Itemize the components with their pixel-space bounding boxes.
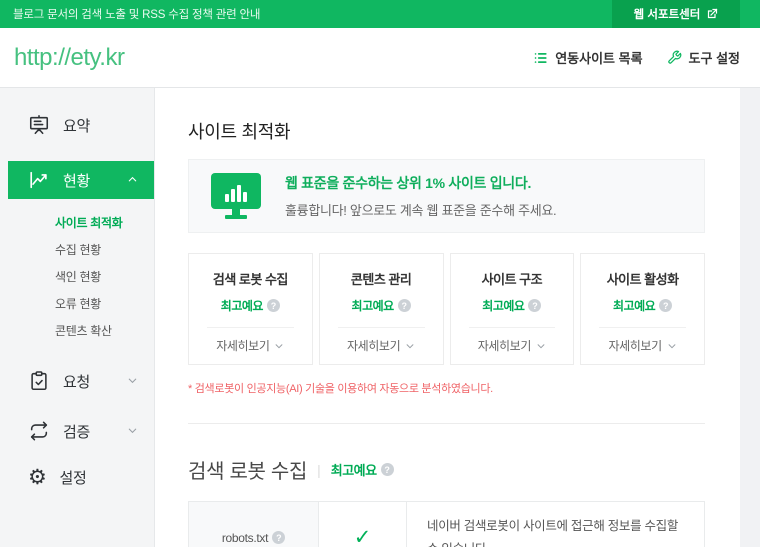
help-icon[interactable]: ? (381, 463, 394, 476)
sidebar-item-request[interactable]: 요청 (0, 362, 154, 400)
gear-icon: ⚙ (28, 467, 47, 488)
sidebar-subitem-site-optimization[interactable]: 사이트 최적화 (55, 209, 154, 236)
presentation-board-icon (28, 114, 50, 136)
section-title: 검색 로봇 수집 (188, 455, 307, 484)
card-search-robot: 검색 로봇 수집 최고예요 ? 자세히보기 (188, 253, 313, 365)
site-header: http://ety.kr 연동사이트 목록 도구 설정 (0, 28, 760, 88)
sidebar-item-status[interactable]: 현황 (8, 161, 154, 199)
banner-subtext: 훌륭합니다! 앞으로도 계속 웹 표준을 준수해 주세요. (285, 200, 556, 219)
detail-toggle[interactable]: 자세히보기 (581, 328, 704, 354)
monitor-chart-icon (209, 173, 263, 219)
detail-toggle[interactable]: 자세히보기 (320, 328, 443, 354)
robot-check-table: robots.txt ? ✓ 네이버 검색로봇이 사이트에 접근해 정보를 수집… (188, 501, 705, 547)
card-content-management: 콘텐츠 관리 최고예요 ? 자세히보기 (319, 253, 444, 365)
row-label: robots.txt (222, 531, 268, 545)
status-sub-menu: 사이트 최적화 수집 현황 색인 현황 오류 현황 콘텐츠 확산 (0, 199, 154, 352)
line-chart-icon (28, 169, 50, 191)
page-title: 사이트 최적화 (188, 118, 705, 144)
chevron-down-icon (127, 375, 138, 386)
robot-collection-section-header: 검색 로봇 수집 | 최고예요 ? (188, 455, 705, 484)
repeat-icon (28, 420, 50, 442)
site-url[interactable]: http://ety.kr (14, 44, 124, 72)
external-link-icon (706, 8, 718, 20)
chevron-down-icon (405, 341, 415, 351)
chevron-down-icon (667, 341, 677, 351)
status-badge: 최고예요 (331, 460, 377, 479)
page-background-strip (740, 88, 760, 547)
sidebar-subitem-collection-status[interactable]: 수집 현황 (55, 236, 154, 263)
separator: | (317, 462, 321, 478)
card-title: 사이트 구조 (451, 269, 574, 288)
sidebar-item-summary[interactable]: 요약 (0, 106, 154, 144)
sidebar-item-settings[interactable]: ⚙ 설정 (0, 458, 154, 496)
sidebar-item-label: 현황 (63, 170, 90, 191)
detail-toggle[interactable]: 자세히보기 (189, 328, 312, 354)
top-notice-bar: 블로그 문서의 검색 노출 및 RSS 수집 정책 관련 안내 웹 서포트센터 (0, 0, 760, 28)
chevron-up-icon (127, 174, 138, 185)
clipboard-check-icon (28, 370, 50, 392)
status-badge: 최고예요 (221, 297, 263, 314)
list-icon (533, 51, 548, 65)
status-badge: 최고예요 (482, 297, 524, 314)
status-badge: 최고예요 (352, 297, 394, 314)
sidebar-subitem-error-status[interactable]: 오류 현황 (55, 290, 154, 317)
sidebar-subitem-content-spread[interactable]: 콘텐츠 확산 (55, 317, 154, 344)
chevron-down-icon (127, 425, 138, 436)
card-title: 검색 로봇 수집 (189, 269, 312, 288)
wrench-icon (667, 50, 682, 65)
linked-sites-button[interactable]: 연동사이트 목록 (533, 48, 642, 67)
sidebar-item-label: 설정 (60, 467, 87, 488)
check-icon: ✓ (354, 527, 372, 547)
category-cards: 검색 로봇 수집 최고예요 ? 자세히보기 콘텐츠 관리 최고예요 ? (188, 253, 705, 365)
help-icon[interactable]: ? (398, 299, 411, 312)
help-icon[interactable]: ? (267, 299, 280, 312)
chevron-down-icon (274, 341, 284, 351)
ai-analysis-note: * 검색로봇이 인공지능(AI) 기술을 이용하여 자동으로 분석하였습니다. (188, 380, 705, 396)
help-icon[interactable]: ? (272, 531, 285, 544)
card-site-structure: 사이트 구조 최고예요 ? 자세히보기 (450, 253, 575, 365)
linked-sites-label: 연동사이트 목록 (555, 48, 642, 67)
detail-toggle[interactable]: 자세히보기 (451, 328, 574, 354)
sidebar-subitem-index-status[interactable]: 색인 현황 (55, 263, 154, 290)
card-title: 사이트 활성화 (581, 269, 704, 288)
support-center-label: 웹 서포트센터 (634, 6, 701, 22)
sidebar-item-label: 요약 (63, 115, 90, 136)
sidebar: 요약 현황 사이트 최적화 수집 현황 색인 현황 오류 현황 콘텐츠 확산 (0, 88, 155, 547)
web-support-center-button[interactable]: 웹 서포트센터 (612, 0, 740, 28)
table-row-robots-txt: robots.txt ? ✓ 네이버 검색로봇이 사이트에 접근해 정보를 수집… (189, 502, 704, 547)
banner-headline: 웹 표준을 준수하는 상위 1% 사이트 입니다. (285, 173, 556, 193)
sidebar-item-verify[interactable]: 검증 (0, 412, 154, 450)
sidebar-item-label: 요청 (63, 371, 90, 392)
web-standard-banner: 웹 표준을 준수하는 상위 1% 사이트 입니다. 훌륭합니다! 앞으로도 계속… (188, 159, 705, 233)
help-icon[interactable]: ? (528, 299, 541, 312)
notice-text[interactable]: 블로그 문서의 검색 노출 및 RSS 수집 정책 관련 안내 (0, 6, 260, 22)
section-divider (188, 423, 705, 424)
status-badge: 최고예요 (613, 297, 655, 314)
card-site-activation: 사이트 활성화 최고예요 ? 자세히보기 (580, 253, 705, 365)
tool-settings-button[interactable]: 도구 설정 (667, 48, 740, 67)
chevron-down-icon (536, 341, 546, 351)
row-description: 네이버 검색로봇이 사이트에 접근해 정보를 수집할 수 있습니다. (407, 502, 704, 547)
tool-settings-label: 도구 설정 (689, 48, 740, 67)
sidebar-item-label: 검증 (63, 421, 90, 442)
main-content: 사이트 최적화 웹 표준을 준수하는 상위 1% 사이트 입니다. 훌륭합니다!… (155, 88, 740, 547)
card-title: 콘텐츠 관리 (320, 269, 443, 288)
help-icon[interactable]: ? (659, 299, 672, 312)
